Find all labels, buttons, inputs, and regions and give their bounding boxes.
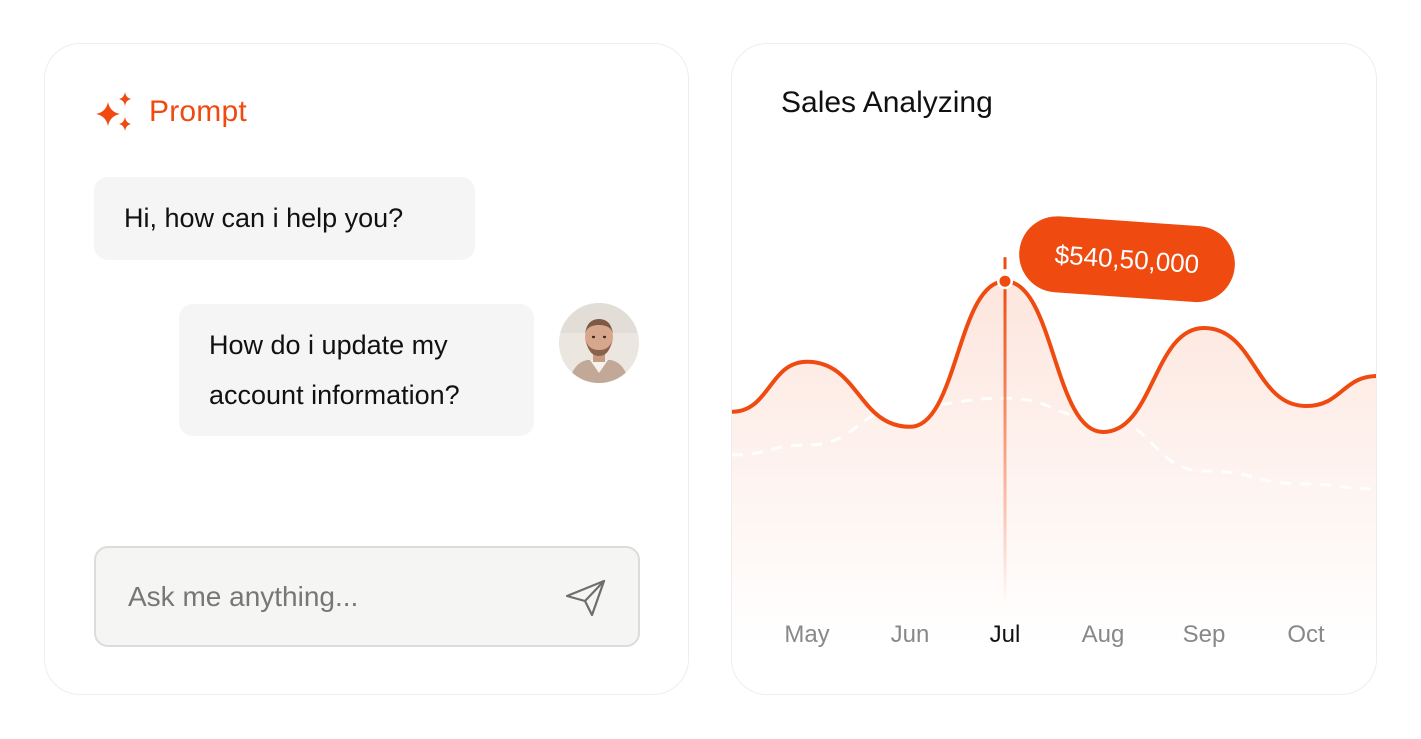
x-axis-label-sep: Sep — [1183, 621, 1226, 648]
chat-input[interactable] — [128, 574, 548, 620]
assistant-message: Hi, how can i help you? — [94, 177, 475, 260]
send-icon[interactable] — [564, 577, 608, 619]
highlight-point[interactable] — [999, 275, 1011, 287]
sparkle-icon — [96, 92, 131, 131]
user-message-line-2: account information? — [209, 380, 460, 410]
x-axis-label-may: May — [784, 621, 829, 648]
sales-chart-panel: Sales Analyzing $540,50,000 May Jun Jul Aug S… — [731, 43, 1377, 695]
prompt-panel: Prompt Hi, how can i help you? How do i … — [44, 43, 689, 695]
prompt-title: Prompt — [149, 95, 247, 128]
assistant-message-text: Hi, how can i help you? — [124, 203, 404, 233]
x-axis-label-aug: Aug — [1082, 621, 1125, 648]
sales-area-fill — [732, 281, 1376, 644]
sales-chart: $540,50,000 May Jun Jul Aug Sep Oct — [732, 216, 1376, 648]
user-message: How do i update my account information? — [179, 304, 534, 436]
avatar-image — [559, 303, 639, 383]
value-badge: $540,50,000 — [1019, 216, 1235, 303]
highlight-guide-line — [1003, 281, 1007, 604]
avatar — [559, 303, 639, 383]
x-axis-label-jul: Jul — [990, 621, 1021, 648]
chat-input-box — [94, 546, 640, 647]
x-axis-label-jun: Jun — [891, 621, 930, 648]
user-message-line-1: How do i update my — [209, 330, 448, 360]
x-axis-label-oct: Oct — [1287, 621, 1325, 648]
prompt-header: Prompt — [93, 90, 247, 134]
